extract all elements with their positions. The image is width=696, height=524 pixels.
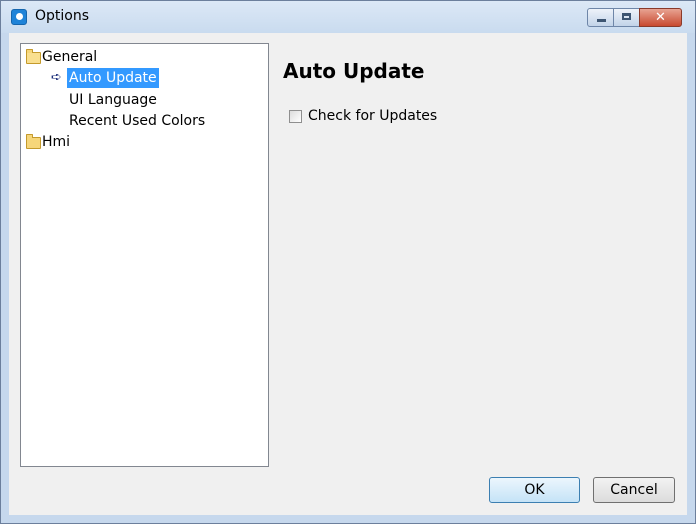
options-tree[interactable]: General ➪ Auto Update UI Language Recent…: [20, 43, 269, 467]
tree-item-recent-used-colors[interactable]: Recent Used Colors: [69, 111, 205, 131]
close-icon: ✕: [655, 10, 666, 25]
page-title: Auto Update: [283, 59, 425, 83]
maximize-button[interactable]: [613, 8, 640, 27]
tree-item-label: Recent Used Colors: [69, 113, 206, 129]
folder-icon: [26, 134, 41, 149]
check-for-updates-label: Check for Updates: [308, 108, 438, 124]
window-title: Options: [35, 8, 90, 24]
tree-item-ui-language[interactable]: UI Language: [69, 90, 157, 110]
check-for-updates-checkbox[interactable]: [289, 109, 302, 123]
title-bar[interactable]: Options ✕: [1, 1, 695, 33]
close-button[interactable]: ✕: [639, 8, 682, 27]
minimize-button[interactable]: [587, 8, 614, 27]
tree-item-label: General: [42, 49, 98, 65]
tree-item-label: Hmi: [42, 134, 71, 150]
minimize-icon: [597, 19, 606, 22]
dialog-body: General ➪ Auto Update UI Language Recent…: [9, 33, 687, 515]
ok-button[interactable]: OK: [489, 477, 580, 503]
folder-open-icon: [26, 49, 41, 64]
maximize-icon: [622, 13, 631, 20]
caption-buttons: ✕: [587, 8, 682, 28]
tree-item-label: Auto Update: [67, 68, 159, 88]
cancel-button[interactable]: Cancel: [593, 477, 675, 503]
app-icon: [11, 9, 27, 25]
tree-item-label: UI Language: [69, 92, 157, 108]
arrow-right-icon: ➪: [51, 70, 62, 85]
check-for-updates-option[interactable]: Check for Updates: [289, 106, 437, 126]
options-window: Options ✕ General ➪ Auto Update UI Langu…: [0, 0, 696, 524]
